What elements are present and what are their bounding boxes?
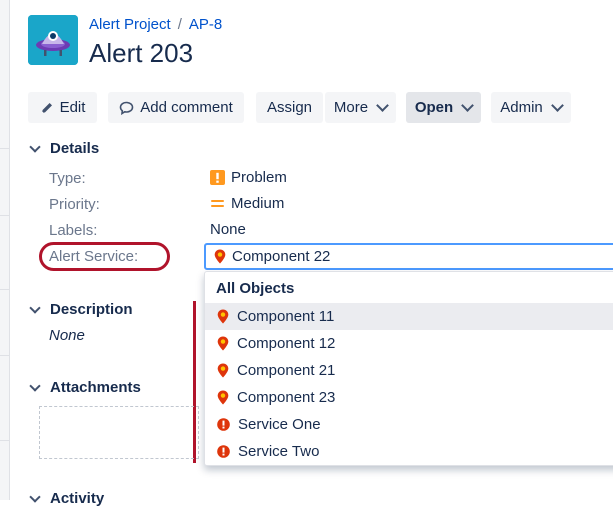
attachments-drop-zone[interactable]: [39, 406, 199, 459]
dropdown-option[interactable]: Component 12: [205, 330, 613, 357]
comment-icon: [119, 101, 134, 115]
chevron-down-icon: [550, 99, 564, 112]
breadcrumb: Alert Project / AP-8: [89, 16, 222, 33]
breadcrumb-project-link[interactable]: Alert Project: [89, 16, 171, 33]
more-button-label: More: [333, 99, 369, 116]
alert-circle-icon: [217, 445, 230, 458]
dropdown-option-label: Component 23: [237, 389, 336, 406]
dropdown-option[interactable]: Component 23: [205, 384, 613, 411]
activity-heading: Activity: [50, 490, 105, 507]
dropdown-option[interactable]: Component 11: [205, 303, 613, 330]
rail-divider: [0, 289, 9, 290]
priority-value[interactable]: Medium: [210, 195, 284, 212]
dropdown-group-heading: All Objects: [216, 280, 295, 297]
dropdown-option-label: Service One: [238, 416, 321, 433]
project-avatar[interactable]: [28, 15, 78, 65]
admin-dropdown-button[interactable]: Admin: [491, 92, 571, 123]
dropdown-option[interactable]: Service Two: [205, 438, 613, 465]
dropdown-option[interactable]: Component 21: [205, 357, 613, 384]
alert-circle-icon: [217, 418, 230, 431]
more-dropdown-button[interactable]: More: [325, 92, 396, 123]
priority-value-text: Medium: [231, 195, 285, 212]
description-heading: Description: [50, 301, 133, 318]
rail-divider: [0, 148, 9, 149]
edit-button[interactable]: Edit: [28, 92, 97, 123]
dropdown-option-label: Service Two: [238, 443, 320, 460]
map-pin-icon: [217, 363, 229, 378]
priority-medium-icon: [211, 200, 224, 207]
assign-button-label: Assign: [266, 99, 313, 116]
ufo-icon: [28, 15, 78, 65]
chevron-down-icon: [29, 302, 41, 314]
alert-service-dropdown-menu: All Objects Component 11 Component 12 Co…: [204, 271, 613, 466]
description-value[interactable]: None: [49, 327, 85, 344]
breadcrumb-separator: /: [177, 16, 182, 33]
map-pin-icon: [217, 390, 229, 405]
edit-button-label: Edit: [59, 99, 86, 116]
status-button-label: Open: [414, 99, 454, 116]
map-pin-icon: [217, 336, 229, 351]
chevron-down-icon: [29, 491, 41, 503]
add-comment-button[interactable]: Add comment: [108, 92, 244, 123]
rail-divider: [0, 355, 9, 356]
admin-button-label: Admin: [500, 99, 543, 116]
dropdown-option-label: Component 11: [237, 308, 335, 325]
breadcrumb-issue-link[interactable]: AP-8: [189, 16, 222, 33]
chevron-down-icon: [29, 141, 41, 153]
annotation-highlight-oval: [39, 242, 170, 271]
dropdown-option-label: Component 21: [237, 362, 336, 379]
status-open-button[interactable]: Open: [406, 92, 481, 123]
labels-value[interactable]: None: [210, 221, 246, 238]
map-pin-icon: [214, 249, 226, 264]
details-section-toggle[interactable]: Details: [28, 140, 99, 157]
alert-service-select-input[interactable]: Component 22: [204, 243, 613, 270]
priority-label: Priority:: [49, 196, 100, 213]
dropdown-option-label: Component 12: [237, 335, 336, 352]
type-value[interactable]: Problem: [210, 169, 287, 186]
attachments-heading: Attachments: [50, 379, 141, 396]
dropdown-option[interactable]: Service One: [205, 411, 613, 438]
assign-button[interactable]: Assign: [256, 92, 323, 123]
pencil-icon: [41, 102, 52, 113]
description-section-toggle[interactable]: Description: [28, 301, 133, 318]
left-sidebar-rail: [0, 0, 10, 500]
page-title: Alert 203: [89, 38, 194, 68]
rail-divider: [0, 440, 9, 441]
details-heading: Details: [50, 140, 100, 157]
type-label: Type:: [49, 170, 86, 187]
map-pin-icon: [217, 309, 229, 324]
exclamation-square-icon: [210, 170, 225, 185]
rail-divider: [0, 215, 9, 216]
chevron-down-icon: [376, 99, 389, 112]
labels-label: Labels:: [49, 222, 98, 239]
chevron-down-icon: [461, 99, 475, 112]
activity-section-toggle[interactable]: Activity: [28, 490, 104, 507]
attachments-section-toggle[interactable]: Attachments: [28, 379, 141, 396]
alert-service-select-value: Component 22: [232, 248, 331, 265]
chevron-down-icon: [29, 380, 41, 392]
type-value-text: Problem: [231, 169, 287, 186]
add-comment-button-label: Add comment: [140, 99, 233, 116]
